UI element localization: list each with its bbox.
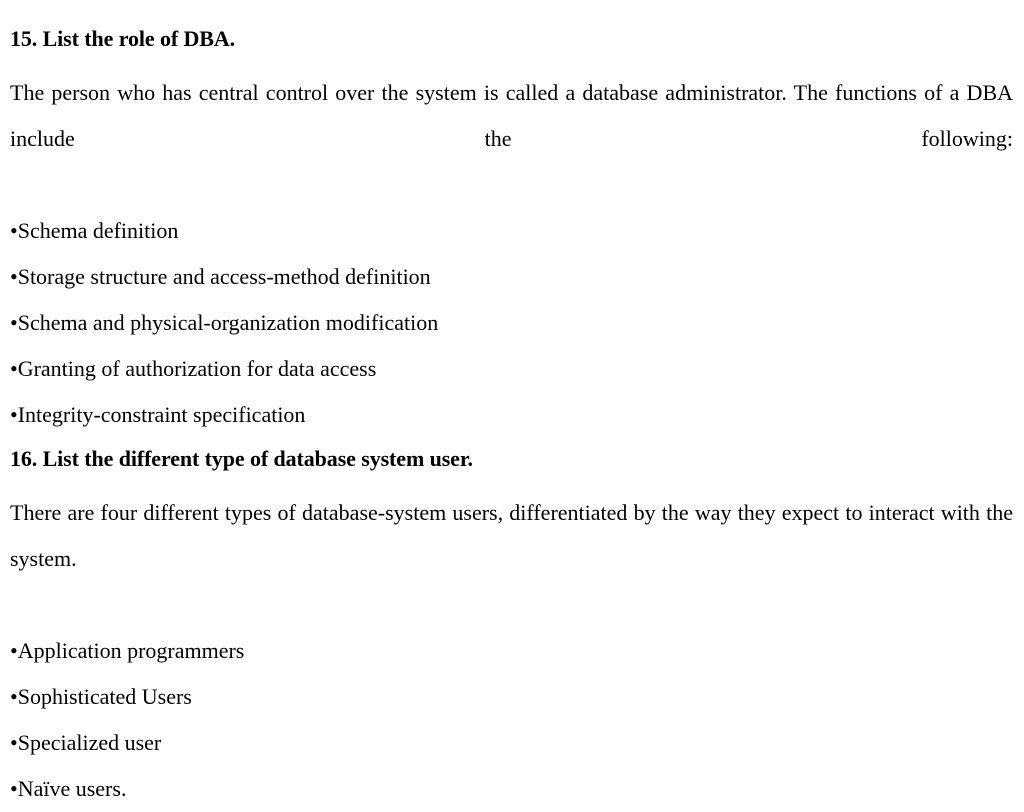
- list-item-label: Schema and physical-organization modific…: [17, 310, 439, 335]
- document-content: 15. List the role of DBA. The person who…: [10, 24, 1014, 812]
- answer-paragraph-15: The person who has central control over …: [10, 80, 1013, 151]
- list-item-label: Application programmers: [17, 638, 245, 663]
- bullet-list-database-users: •Application programmers •Sophisticated …: [10, 628, 1014, 812]
- list-item-label: Integrity-constraint specification: [17, 402, 306, 427]
- qa-block-q15: 15. List the role of DBA. The person who…: [10, 24, 1014, 438]
- question-heading-15: 15. List the role of DBA.: [10, 26, 236, 51]
- list-item-label: Storage structure and access-method defi…: [17, 264, 431, 289]
- list-item: •Naïve users.: [10, 766, 1014, 812]
- bullet-icon: •: [10, 684, 18, 709]
- list-item-label: Naïve users.: [17, 776, 127, 801]
- list-item: •Schema definition: [10, 208, 1014, 254]
- list-item: •Specialized user: [10, 720, 1014, 766]
- list-item: •Schema and physical-organization modifi…: [10, 300, 1014, 346]
- bullet-icon: •: [10, 356, 18, 381]
- bullet-icon: •: [10, 730, 18, 755]
- document-page: 15. List the role of DBA. The person who…: [0, 0, 1024, 801]
- bullet-list-dba-functions: •Schema definition •Storage structure an…: [10, 208, 1014, 438]
- list-item-label: Sophisticated Users: [17, 684, 192, 709]
- bullet-icon: •: [10, 218, 18, 243]
- question-heading-16: 16. List the different type of database …: [10, 446, 473, 471]
- list-item-label: Granting of authorization for data acces…: [17, 356, 377, 381]
- list-item-label: Specialized user: [17, 730, 162, 755]
- list-item: •Sophisticated Users: [10, 674, 1014, 720]
- bullet-icon: •: [10, 310, 18, 335]
- bullet-icon: •: [10, 638, 18, 663]
- list-item: •Storage structure and access-method def…: [10, 254, 1014, 300]
- list-item: •Granting of authorization for data acce…: [10, 346, 1014, 392]
- bullet-icon: •: [10, 264, 18, 289]
- bullet-icon: •: [10, 776, 18, 801]
- qa-block-q16: 16. List the different type of database …: [10, 444, 1014, 812]
- list-item-label: Schema definition: [17, 218, 179, 243]
- list-item: •Integrity-constraint specification: [10, 392, 1014, 438]
- bullet-icon: •: [10, 402, 18, 427]
- list-item: •Application programmers: [10, 628, 1014, 674]
- answer-paragraph-16: There are four different types of databa…: [10, 500, 1013, 571]
